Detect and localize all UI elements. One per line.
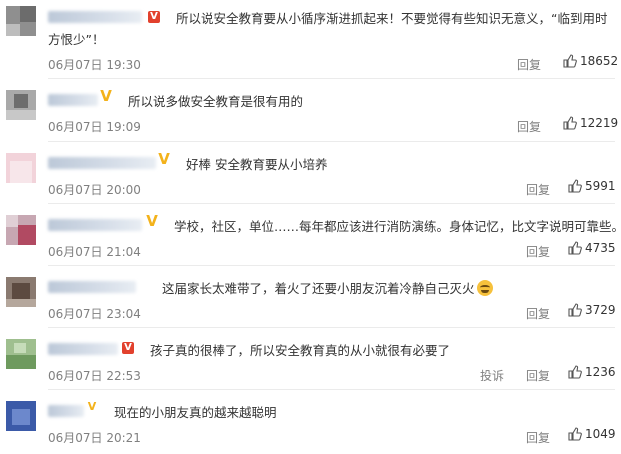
like-button[interactable]: 5991	[568, 179, 616, 193]
like-button[interactable]: 3729	[568, 303, 616, 317]
comment-text: 孩子真的很棒了，所以安全教育真的从小就很有必要了	[150, 343, 451, 358]
like-button[interactable]: 1236	[568, 365, 616, 379]
comment-text: 学校，社区，单位……每年都应该进行消防演练。身体记忆，比文字说明可靠些。	[174, 219, 621, 234]
avatar[interactable]	[6, 90, 36, 120]
reply-button[interactable]: 回复	[526, 429, 550, 446]
username-blurred[interactable]	[48, 405, 84, 417]
laugh-cry-emoji	[476, 280, 493, 296]
comment-time: 06月07日 20:00	[48, 183, 141, 197]
report-button[interactable]: 投诉	[480, 367, 504, 384]
comment-time: 06月07日 23:04	[48, 307, 141, 321]
comment-time: 06月07日 19:09	[48, 120, 141, 134]
comment-time: 06月07日 19:30	[48, 58, 141, 72]
comment-text: 这届家长太难带了，着火了还要小朋友沉着冷静自己灭火	[162, 278, 493, 299]
comment-time: 06月07日 22:53	[48, 369, 141, 383]
like-count: 18652	[580, 54, 619, 68]
like-button[interactable]: 12219	[563, 116, 618, 130]
comment-item: 这届家长太难带了，着火了还要小朋友沉着冷静自己灭火 06月07日 23:04 回…	[0, 265, 621, 327]
reply-button[interactable]: 回复	[526, 367, 550, 384]
comment-time: 06月07日 21:04	[48, 245, 141, 259]
reply-button[interactable]: 回复	[517, 118, 541, 135]
verified-v-icon: V	[87, 400, 97, 413]
thumbs-up-icon	[568, 365, 582, 379]
thumbs-up-icon	[568, 303, 582, 317]
comment-text: 现在的小朋友真的越来越聪明	[114, 405, 277, 420]
reply-button[interactable]: 回复	[517, 56, 541, 73]
comment-item: V 学校，社区，单位……每年都应该进行消防演练。身体记忆，比文字说明可靠些。 0…	[0, 203, 621, 265]
thumbs-up-icon	[568, 241, 582, 255]
avatar[interactable]	[6, 339, 36, 369]
avatar[interactable]	[6, 6, 36, 36]
like-count: 12219	[580, 116, 619, 130]
comment-item: V 好棒 安全教育要从小培养 06月07日 20:00 回复 5991	[0, 141, 621, 203]
comment-item: V 孩子真的很棒了，所以安全教育真的从小就很有必要了 06月07日 22:53 …	[0, 327, 621, 389]
verified-v-icon: V	[100, 87, 112, 105]
thumbs-up-icon	[563, 116, 577, 130]
username-blurred[interactable]	[48, 281, 136, 293]
reply-button[interactable]: 回复	[526, 243, 550, 260]
comment-item: V 现在的小朋友真的越来越聪明 06月07日 20:21 回复 1049	[0, 389, 621, 454]
avatar[interactable]	[6, 153, 36, 183]
like-count: 1049	[585, 427, 616, 441]
avatar[interactable]	[6, 401, 36, 431]
comment-text: 所以说安全教育要从小循序渐进抓起来！不要觉得有些知识无意义，“临到用时方恨少”！	[48, 11, 608, 47]
thumbs-up-icon	[568, 427, 582, 441]
like-count: 1236	[585, 365, 616, 379]
comment-text: 好棒 安全教育要从小培养	[186, 157, 328, 172]
like-button[interactable]: 18652	[563, 54, 618, 68]
avatar[interactable]	[6, 215, 36, 245]
verified-v-icon: V	[122, 342, 134, 354]
thumbs-up-icon	[563, 54, 577, 68]
username-blurred[interactable]	[48, 94, 98, 106]
username-blurred[interactable]	[48, 343, 118, 355]
comment-text-body: 这届家长太难带了，着火了还要小朋友沉着冷静自己灭火	[162, 281, 475, 296]
like-button[interactable]: 1049	[568, 427, 616, 441]
username-blurred[interactable]	[48, 157, 156, 169]
reply-button[interactable]: 回复	[526, 181, 550, 198]
verified-v-icon: V	[146, 212, 158, 230]
reply-button[interactable]: 回复	[526, 305, 550, 322]
like-count: 4735	[585, 241, 616, 255]
comment-text: 所以说多做安全教育是很有用的	[128, 94, 304, 109]
comment-item: V 所以说安全教育要从小循序渐进抓起来！不要觉得有些知识无意义，“临到用时方恨少…	[0, 0, 621, 78]
comment-item: V 所以说多做安全教育是很有用的 06月07日 19:09 回复 12219	[0, 78, 621, 138]
thumbs-up-icon	[568, 179, 582, 193]
like-count: 3729	[585, 303, 616, 317]
like-count: 5991	[585, 179, 616, 193]
comment-time: 06月07日 20:21	[48, 431, 141, 445]
like-button[interactable]: 4735	[568, 241, 616, 255]
avatar[interactable]	[6, 277, 36, 307]
username-blurred[interactable]	[48, 219, 142, 231]
verified-v-icon: V	[158, 150, 170, 168]
